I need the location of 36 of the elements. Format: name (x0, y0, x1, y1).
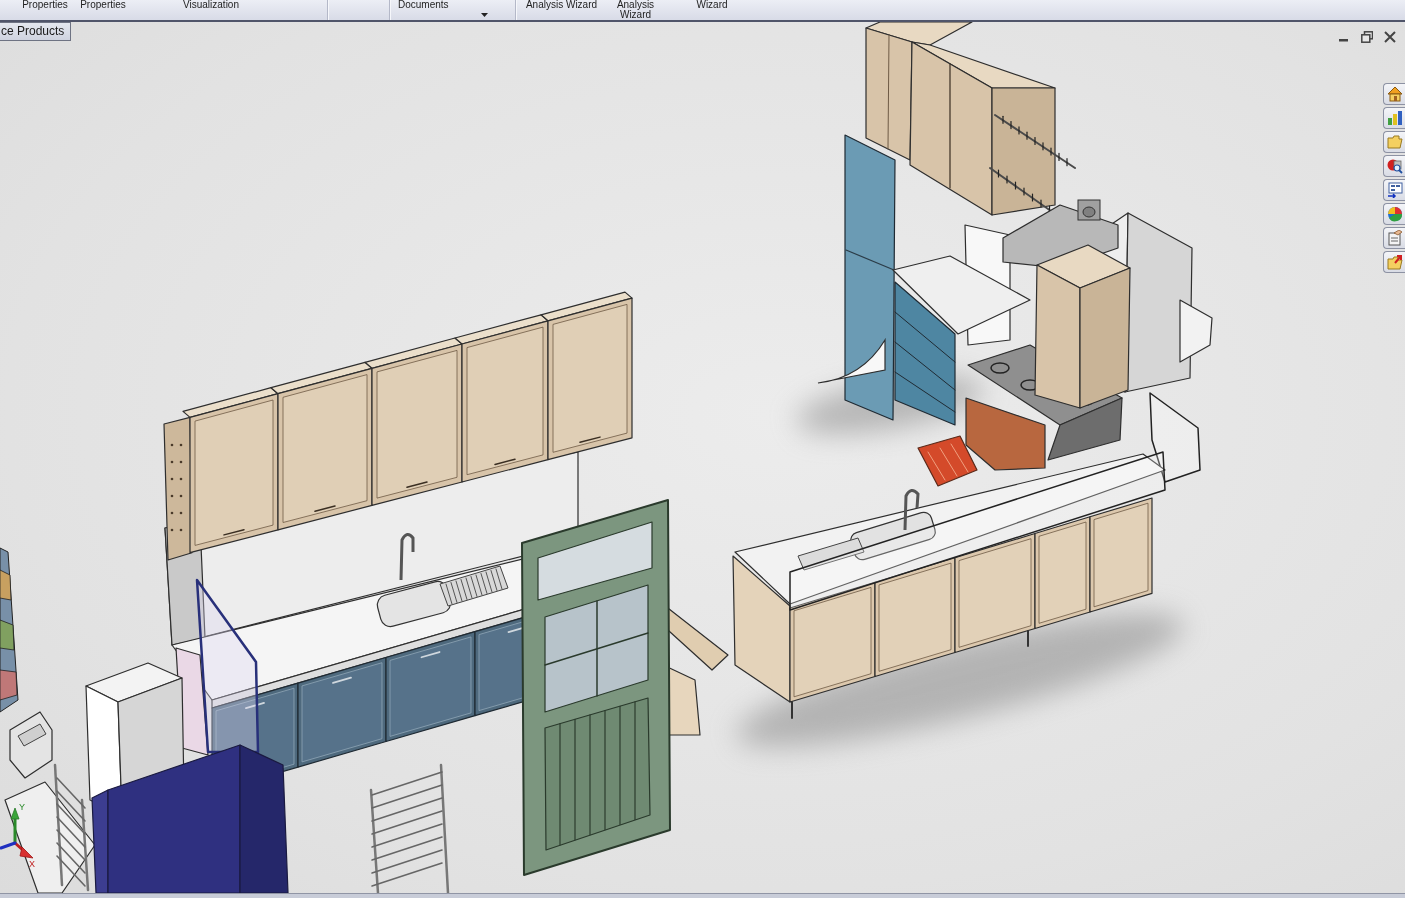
basin (9, 711, 53, 779)
ribbon-button[interactable]: Analysis Wizard (517, 0, 606, 20)
ribbon-button[interactable]: Visualization (130, 0, 292, 20)
x-axis-arrow (13, 841, 34, 859)
sphere-icon (1386, 206, 1403, 222)
ribbon-button[interactable]: Documents (391, 0, 515, 20)
faucet (399, 533, 415, 581)
task-pane-tab[interactable] (1383, 131, 1405, 153)
home-icon (1386, 86, 1403, 102)
close-icon[interactable] (1384, 31, 1396, 43)
corner-shelf (817, 339, 886, 384)
clipboard-icon (1386, 230, 1403, 246)
ribbon-button[interactable]: Wizard (665, 0, 759, 20)
form-arrow-icon (1386, 182, 1403, 198)
ribbon-button[interactable]: Properties (76, 0, 130, 20)
faucet (903, 489, 920, 531)
folder-arrow-icon (1386, 254, 1403, 270)
ribbon-button[interactable]: Analysis Wizard (606, 0, 665, 20)
task-pane-tab[interactable] (1383, 227, 1405, 249)
task-pane-tab[interactable] (1383, 179, 1405, 201)
task-pane-tab[interactable] (1383, 203, 1405, 225)
task-pane-tab[interactable] (1383, 251, 1405, 273)
bar-chart-icon (1386, 110, 1403, 126)
restore-icon[interactable] (1361, 31, 1373, 43)
search-disc-icon (1386, 158, 1403, 174)
rug (917, 435, 978, 487)
task-pane-tab[interactable] (1383, 107, 1405, 129)
axis-label: X (29, 859, 35, 869)
task-pane-tab[interactable] (1383, 155, 1405, 177)
task-pane-tab[interactable] (1383, 83, 1405, 105)
ribbon-button[interactable]: Properties (14, 0, 76, 20)
tree-tab[interactable]: ce Products (0, 22, 72, 41)
wall-shelf (1179, 299, 1213, 363)
axis-label: Y (19, 802, 25, 812)
y-axis-arrow (10, 807, 20, 845)
folder-icon (1386, 134, 1403, 150)
